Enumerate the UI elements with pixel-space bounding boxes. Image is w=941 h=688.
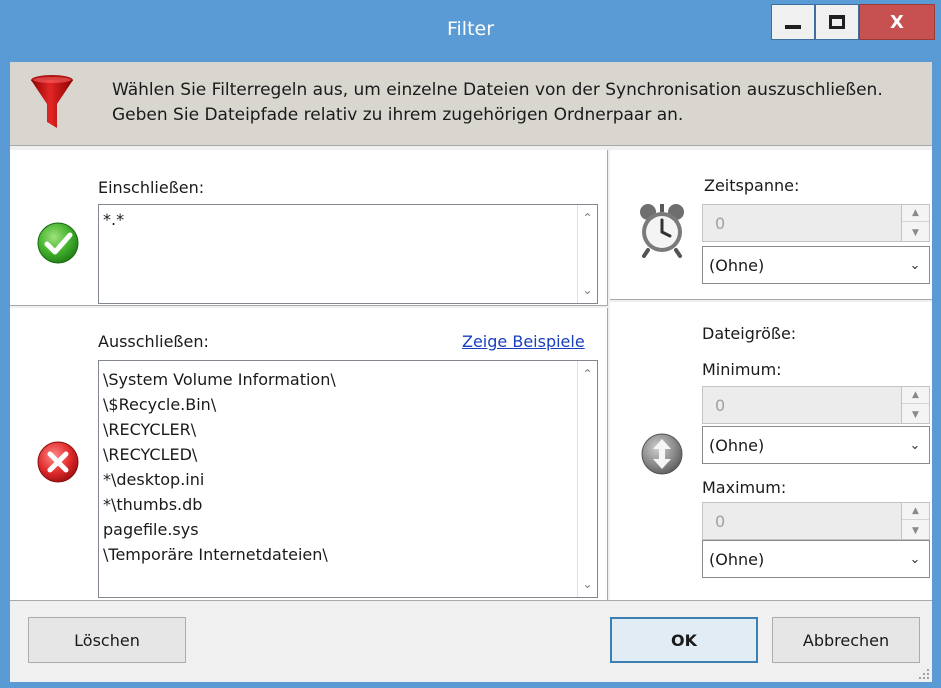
- exclude-line: \Temporäre Internetdateien\: [103, 545, 328, 564]
- spin-down-icon[interactable]: ▼: [902, 406, 929, 423]
- filter-dialog: Filter X Wählen Sie Filterregeln aus, um…: [0, 0, 941, 688]
- spin-down-icon[interactable]: ▼: [902, 224, 929, 241]
- dialog-body: Wählen Sie Filterregeln aus, um einzelne…: [10, 62, 932, 682]
- spin-up-icon[interactable]: ▲: [902, 387, 929, 404]
- description-header: Wählen Sie Filterregeln aus, um einzelne…: [10, 62, 932, 146]
- exclude-line: \RECYCLER\: [103, 420, 197, 439]
- spin-up-icon[interactable]: ▲: [902, 503, 929, 520]
- scroll-up-icon[interactable]: ⌃: [578, 363, 597, 385]
- timespan-spin-buttons: ▲ ▼: [901, 205, 929, 241]
- maximum-spinner[interactable]: 0 ▲ ▼: [702, 502, 930, 540]
- include-label: Einschließen:: [98, 178, 205, 197]
- exclude-textarea[interactable]: \System Volume Information\ \$Recycle.Bi…: [98, 360, 598, 598]
- exclude-line: pagefile.sys: [103, 520, 199, 539]
- exclude-lines: \System Volume Information\ \$Recycle.Bi…: [99, 361, 597, 567]
- cross-icon: [37, 441, 79, 483]
- timespan-value: 0: [715, 214, 726, 233]
- exclude-panel: Ausschließen: Zeige Beispiele \System Vo…: [10, 308, 608, 600]
- spin-up-icon[interactable]: ▲: [902, 205, 929, 222]
- maximum-unit-value: (Ohne): [709, 550, 765, 569]
- description-line-2: Geben Sie Dateipfade relativ zu ihrem zu…: [112, 105, 684, 125]
- exclude-line: \System Volume Information\: [103, 370, 336, 389]
- exclude-line: *\thumbs.db: [103, 495, 203, 514]
- close-button[interactable]: X: [859, 4, 935, 40]
- timespan-panel: Zeitspanne: 0 ▲ ▼ (Ohne) ⌄: [610, 150, 932, 300]
- maximum-label: Maximum:: [702, 478, 787, 497]
- maximum-value: 0: [715, 512, 726, 531]
- button-bar: Löschen OK Abbrechen: [10, 600, 932, 682]
- timespan-label: Zeitspanne:: [704, 176, 800, 195]
- filesize-panel: Dateigröße: Minimum: 0 ▲ ▼ (Ohne) ⌄ Maxi…: [610, 302, 932, 600]
- maximum-spin-buttons: ▲ ▼: [901, 503, 929, 539]
- exclude-label: Ausschließen:: [98, 332, 209, 351]
- cancel-button[interactable]: Abbrechen: [772, 617, 920, 663]
- minimum-unit-value: (Ohne): [709, 436, 765, 455]
- minimize-icon: [785, 25, 801, 29]
- clear-button[interactable]: Löschen: [28, 617, 186, 663]
- exclude-line: \RECYCLED\: [103, 445, 198, 464]
- filesize-label: Dateigröße:: [702, 324, 797, 343]
- include-scrollbar[interactable]: ⌃ ⌄: [577, 205, 597, 303]
- include-lines: *.*: [99, 205, 597, 232]
- funnel-icon: [31, 75, 73, 128]
- include-panel: Einschließen: *.* ⌃ ⌄: [10, 150, 608, 306]
- minimize-button[interactable]: [771, 4, 815, 40]
- chevron-down-icon: ⌄: [909, 437, 921, 453]
- resize-grip-icon[interactable]: [918, 668, 930, 680]
- description-line-1: Wählen Sie Filterregeln aus, um einzelne…: [112, 80, 883, 100]
- description-text: Wählen Sie Filterregeln aus, um einzelne…: [112, 78, 883, 128]
- scroll-down-icon[interactable]: ⌄: [578, 279, 597, 301]
- timespan-unit-select[interactable]: (Ohne) ⌄: [702, 246, 930, 284]
- minimum-unit-select[interactable]: (Ohne) ⌄: [702, 426, 930, 464]
- scroll-down-icon[interactable]: ⌄: [578, 573, 597, 595]
- ok-button[interactable]: OK: [610, 617, 758, 663]
- minimum-spin-buttons: ▲ ▼: [901, 387, 929, 423]
- show-examples-link[interactable]: Zeige Beispiele: [462, 332, 585, 351]
- spin-down-icon[interactable]: ▼: [902, 522, 929, 539]
- minimum-label: Minimum:: [702, 360, 782, 379]
- maximize-button[interactable]: [815, 4, 859, 40]
- alarm-clock-icon: [640, 204, 684, 258]
- include-line: *.*: [103, 210, 125, 229]
- timespan-spinner[interactable]: 0 ▲ ▼: [702, 204, 930, 242]
- exclude-line: \$Recycle.Bin\: [103, 395, 217, 414]
- timespan-unit-value: (Ohne): [709, 256, 765, 275]
- checkmark-icon: [37, 222, 79, 264]
- title-bar[interactable]: Filter X: [0, 0, 941, 62]
- close-icon: X: [890, 11, 904, 33]
- up-down-arrows-icon: [641, 433, 683, 475]
- maximize-icon: [829, 15, 845, 29]
- exclude-scrollbar[interactable]: ⌃ ⌄: [577, 361, 597, 597]
- exclude-line: *\desktop.ini: [103, 470, 205, 489]
- scroll-up-icon[interactable]: ⌃: [578, 207, 597, 229]
- minimum-spinner[interactable]: 0 ▲ ▼: [702, 386, 930, 424]
- include-textarea[interactable]: *.* ⌃ ⌄: [98, 204, 598, 304]
- chevron-down-icon: ⌄: [909, 551, 921, 567]
- minimum-value: 0: [715, 396, 726, 415]
- chevron-down-icon: ⌄: [909, 257, 921, 273]
- maximum-unit-select[interactable]: (Ohne) ⌄: [702, 540, 930, 578]
